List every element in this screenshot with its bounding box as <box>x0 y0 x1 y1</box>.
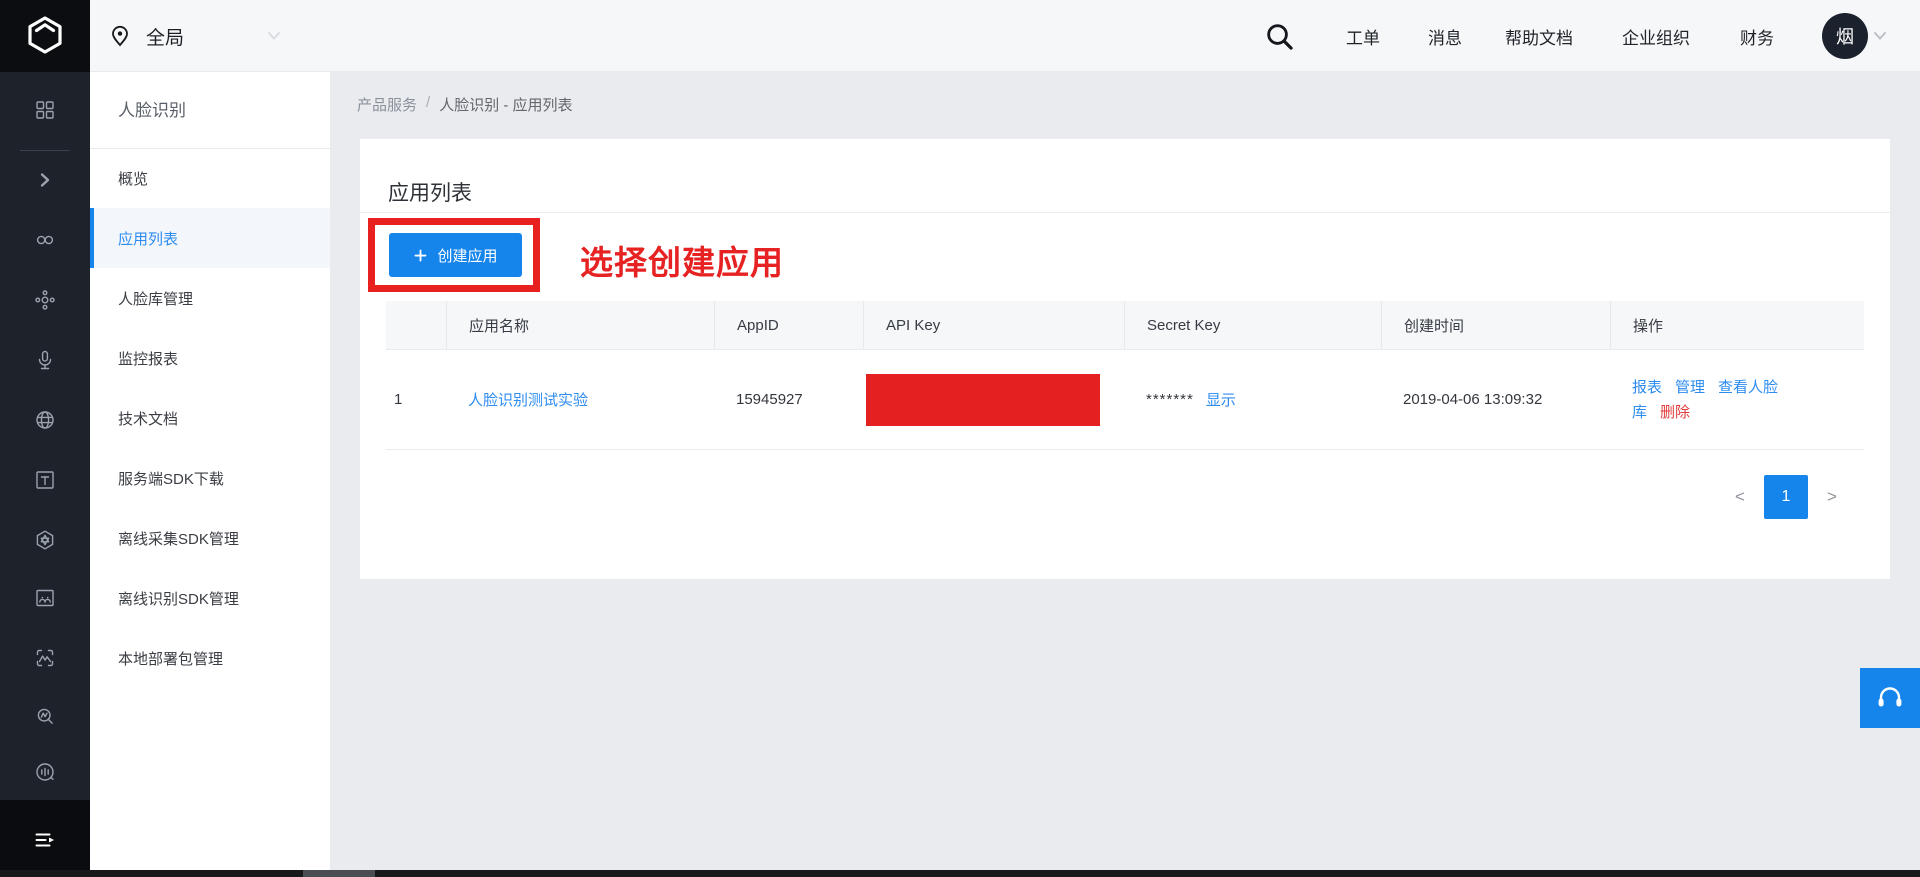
pagination: < 1 > <box>1730 475 1842 519</box>
face-globe-icon[interactable] <box>33 408 57 432</box>
cell-secret-key: ******* 显示 <box>1124 350 1381 449</box>
sidebar-item-face-library[interactable]: 人脸库管理 <box>90 268 330 328</box>
image-recognition-icon[interactable] <box>33 586 57 610</box>
node-cluster-icon[interactable] <box>33 288 57 312</box>
sidebar-item-tech-docs[interactable]: 技术文档 <box>90 388 330 448</box>
sidebar-item-server-sdk[interactable]: 服务端SDK下载 <box>90 448 330 508</box>
delete-link[interactable]: 删除 <box>1660 404 1690 421</box>
cell-app-id: 15945927 <box>736 391 803 408</box>
bottom-scrollbar-thumb[interactable] <box>303 870 375 877</box>
pagination-next[interactable]: > <box>1822 487 1842 507</box>
page-title: 应用列表 <box>388 182 472 205</box>
rail-bottom-section <box>0 800 90 877</box>
api-key-redaction-box <box>866 374 1100 426</box>
text-recognition-icon[interactable] <box>33 468 57 492</box>
header-app-id: AppID <box>714 301 863 349</box>
report-link[interactable]: 报表 <box>1632 379 1662 396</box>
annotation-text: 选择创建应用 <box>580 244 784 281</box>
region-label: 全局 <box>146 27 185 49</box>
app-table: 应用名称 AppID API Key Secret Key 创建时间 操作 1 … <box>386 301 1864 450</box>
show-secret-link[interactable]: 显示 <box>1206 389 1236 410</box>
app-list-card: 应用列表 创建应用 选择创建应用 应用名称 AppID API Key Secr… <box>360 139 1890 579</box>
brand-logo[interactable] <box>0 0 90 72</box>
nav-tickets[interactable]: 工单 <box>1346 0 1380 72</box>
cell-created-time: 2019-04-06 13:09:32 <box>1403 391 1543 408</box>
create-app-button-label: 创建应用 <box>437 247 498 265</box>
infinity-icon[interactable] <box>33 228 57 252</box>
app-name-link[interactable]: 人脸识别测试实验 <box>468 389 588 410</box>
top-bar: 全局 工单 消息 帮助文档 企业组织 财务 烟 <box>0 0 1920 72</box>
nav-finance[interactable]: 财务 <box>1740 0 1774 72</box>
location-pin-icon <box>112 25 128 47</box>
microphone-icon[interactable] <box>33 348 57 372</box>
table-row: 1 人脸识别测试实验 15945927 ******* 显示 2019-04-0… <box>386 350 1864 450</box>
rail-divider <box>20 150 70 151</box>
nav-enterprise-org[interactable]: 企业组织 <box>1622 0 1690 72</box>
sidebar-item-overview[interactable]: 概览 <box>90 148 330 208</box>
plus-icon <box>415 249 427 261</box>
pagination-prev[interactable]: < <box>1730 487 1750 507</box>
sidebar-title: 人脸识别 <box>118 101 186 120</box>
user-avatar[interactable]: 烟 <box>1822 13 1868 59</box>
header-api-key: API Key <box>863 301 1124 349</box>
search-wave-icon[interactable] <box>33 704 57 728</box>
manage-link[interactable]: 管理 <box>1675 379 1705 396</box>
nav-messages[interactable]: 消息 <box>1428 0 1462 72</box>
create-app-button[interactable]: 创建应用 <box>389 233 522 277</box>
header-operations: 操作 <box>1610 301 1864 349</box>
list-menu-icon[interactable] <box>33 828 57 852</box>
secret-key-mask: ******* <box>1146 391 1194 408</box>
breadcrumb-root[interactable]: 产品服务 <box>357 94 417 115</box>
star-hexagon-icon[interactable] <box>33 528 57 552</box>
table-header-row: 应用名称 AppID API Key Secret Key 创建时间 操作 <box>386 301 1864 350</box>
cell-api-key <box>863 350 1124 449</box>
grid-products-icon[interactable] <box>33 98 57 122</box>
headphones-icon <box>1878 687 1902 707</box>
face-scan-icon[interactable] <box>33 646 57 670</box>
breadcrumb-current: 人脸识别 - 应用列表 <box>439 97 573 114</box>
breadcrumb: 产品服务 / 人脸识别 - 应用列表 <box>357 94 573 115</box>
console-screen: 全局 工单 消息 帮助文档 企业组织 财务 烟 人脸识别 概览 应用列表 人脸库… <box>0 0 1920 877</box>
region-selector[interactable]: 全局 <box>108 0 184 72</box>
support-button[interactable] <box>1860 668 1920 728</box>
icon-rail <box>0 72 90 877</box>
avatar-chevron-down-icon[interactable] <box>1872 30 1888 42</box>
header-index <box>386 301 446 349</box>
header-app-name: 应用名称 <box>446 301 714 349</box>
bottom-scrollbar-track <box>0 870 1920 877</box>
sidebar-item-offline-capture-sdk[interactable]: 离线采集SDK管理 <box>90 508 330 568</box>
region-chevron-down-icon[interactable] <box>266 30 282 42</box>
voice-circle-icon[interactable] <box>33 760 57 784</box>
cloud-logo-icon <box>28 16 62 54</box>
sidebar-item-local-deploy[interactable]: 本地部署包管理 <box>90 628 330 688</box>
sidebar-item-app-list[interactable]: 应用列表 <box>90 208 330 268</box>
nav-help-docs[interactable]: 帮助文档 <box>1505 0 1573 72</box>
sidebar-item-offline-recognition-sdk[interactable]: 离线识别SDK管理 <box>90 568 330 628</box>
cell-operations: 报表 管理 查看人脸库 删除 <box>1610 350 1864 449</box>
product-sidebar: 人脸识别 概览 应用列表 人脸库管理 监控报表 技术文档 服务端SDK下载 离线… <box>90 72 330 877</box>
header-created-time: 创建时间 <box>1381 301 1610 349</box>
card-divider <box>360 212 1890 213</box>
pagination-page-1[interactable]: 1 <box>1764 475 1808 519</box>
sidebar-item-monitor-report[interactable]: 监控报表 <box>90 328 330 388</box>
collapse-chevron-icon[interactable] <box>33 168 57 192</box>
breadcrumb-separator: / <box>426 94 431 111</box>
search-icon[interactable] <box>1264 21 1296 53</box>
cell-index: 1 <box>394 391 403 408</box>
header-secret-key: Secret Key <box>1124 301 1381 349</box>
